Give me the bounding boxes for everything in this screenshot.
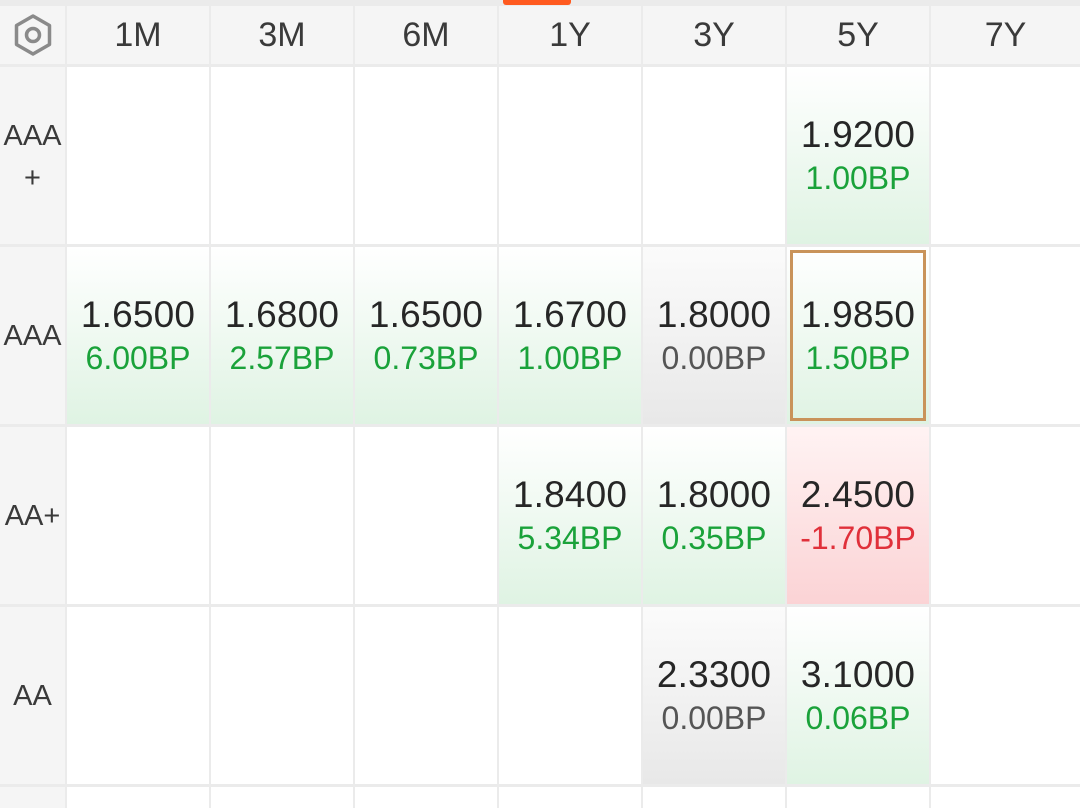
settings-button[interactable] — [0, 6, 65, 64]
rate-cell[interactable]: 1.9850 1.50BP — [787, 247, 929, 424]
empty-cell — [67, 787, 209, 808]
yield-matrix: 1M 3M 6M 1Y 3Y 5Y 7Y AAA+ 1.9200 1.00BP AAA 1.6500 6… — [0, 0, 1080, 808]
empty-cell — [211, 607, 353, 784]
rate-value: 2.3300 — [656, 653, 772, 695]
row-label-aa: AA — [0, 607, 65, 784]
rate-cell[interactable]: 1.8000 0.00BP — [643, 247, 785, 424]
empty-cell — [67, 607, 209, 784]
active-tab-indicator — [503, 0, 571, 5]
settings-hexagon-icon — [14, 14, 51, 56]
rate-change: 0.00BP — [661, 699, 767, 736]
empty-cell — [67, 67, 209, 244]
rate-change: 0.00BP — [661, 339, 767, 376]
rate-change: 0.73BP — [373, 339, 479, 376]
column-header-3m[interactable]: 3M — [211, 6, 353, 64]
rate-change: 2.57BP — [229, 339, 335, 376]
empty-cell — [355, 67, 497, 244]
row-label-empty — [0, 787, 65, 808]
rate-value: 1.9850 — [800, 293, 916, 335]
rate-cell[interactable]: 1.8000 0.35BP — [643, 427, 785, 604]
rate-change: -1.70BP — [800, 519, 916, 556]
column-header-5y[interactable]: 5Y — [787, 6, 929, 64]
rate-cell[interactable]: 1.6700 1.00BP — [499, 247, 641, 424]
empty-cell — [499, 607, 641, 784]
empty-cell — [931, 427, 1080, 604]
rate-cell[interactable]: 2.3300 0.00BP — [643, 607, 785, 784]
row-label-aaa-plus: AAA+ — [0, 67, 65, 244]
rate-value: 1.8000 — [656, 473, 772, 515]
empty-cell — [355, 787, 497, 808]
empty-cell — [931, 607, 1080, 784]
row-label-aaa: AAA — [0, 247, 65, 424]
rate-value: 1.8400 — [512, 473, 628, 515]
rate-change: 0.35BP — [661, 519, 767, 556]
empty-cell — [355, 427, 497, 604]
rate-cell[interactable]: 3.1000 0.06BP — [787, 607, 929, 784]
column-header-6m[interactable]: 6M — [355, 6, 497, 64]
rate-value: 2.4500 — [800, 473, 916, 515]
row-label-aa-plus: AA+ — [0, 427, 65, 604]
column-header-7y[interactable]: 7Y — [931, 6, 1080, 64]
empty-cell — [211, 67, 353, 244]
rate-change: 1.50BP — [805, 339, 911, 376]
rate-change: 5.34BP — [517, 519, 623, 556]
rate-value: 1.8000 — [656, 293, 772, 335]
empty-cell — [499, 67, 641, 244]
empty-cell — [499, 787, 641, 808]
rate-cell[interactable]: 1.6500 6.00BP — [67, 247, 209, 424]
column-header-1y[interactable]: 1Y — [499, 6, 641, 64]
column-header-1m[interactable]: 1M — [67, 6, 209, 64]
rate-value: 1.6800 — [224, 293, 340, 335]
empty-cell — [931, 247, 1080, 424]
rate-cell[interactable]: 1.9200 1.00BP — [787, 67, 929, 244]
rate-value: 1.6500 — [368, 293, 484, 335]
column-header-3y[interactable]: 3Y — [643, 6, 785, 64]
empty-cell — [211, 787, 353, 808]
rate-cell[interactable]: 1.6500 0.73BP — [355, 247, 497, 424]
rate-change: 6.00BP — [85, 339, 191, 376]
rate-value: 1.9200 — [800, 113, 916, 155]
rate-change: 0.06BP — [805, 699, 911, 736]
rate-value: 3.1000 — [800, 653, 916, 695]
rate-value: 1.6700 — [512, 293, 628, 335]
empty-cell — [355, 607, 497, 784]
empty-cell — [67, 427, 209, 604]
rate-cell[interactable]: 2.4500 -1.70BP — [787, 427, 929, 604]
empty-cell — [931, 787, 1080, 808]
rate-cell[interactable]: 1.6800 2.57BP — [211, 247, 353, 424]
rate-change: 1.00BP — [517, 339, 623, 376]
empty-cell — [643, 67, 785, 244]
rate-cell[interactable]: 1.8400 5.34BP — [499, 427, 641, 604]
rate-change: 1.00BP — [805, 159, 911, 196]
empty-cell — [643, 787, 785, 808]
rate-value: 1.6500 — [80, 293, 196, 335]
empty-cell — [931, 67, 1080, 244]
empty-cell — [211, 427, 353, 604]
empty-cell — [787, 787, 929, 808]
